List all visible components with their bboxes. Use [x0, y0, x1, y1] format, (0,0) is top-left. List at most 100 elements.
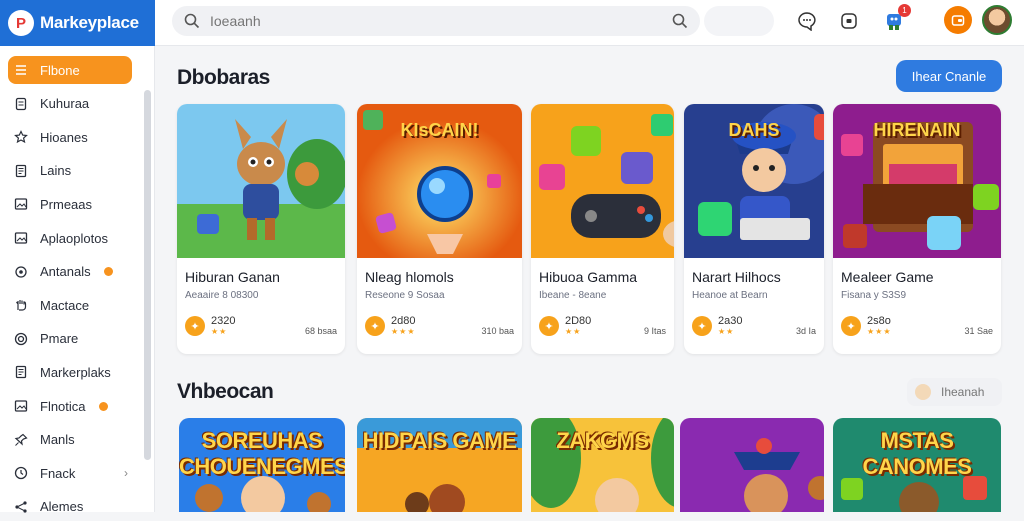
search-bar[interactable] — [172, 6, 700, 36]
game-thumbnail[interactable] — [531, 104, 674, 258]
coin-icon: ✦ — [365, 316, 385, 336]
sidebar-item-label: Alemes — [40, 499, 84, 515]
game-thumbnail-title: DAHS — [728, 120, 780, 140]
sidebar-item-label: Kuhuraa — [40, 96, 90, 112]
game-thumbnail[interactable]: KIsCAIN! — [357, 104, 522, 258]
document-icon — [14, 365, 28, 379]
view-all-button[interactable]: Ihear Cnanle — [896, 60, 1002, 92]
sidebar-item-3[interactable]: Hioanes — [8, 123, 132, 151]
game-card[interactable]: KIsCAIN! Nleag hlomols Reseone 9 Sosaa ✦ 2d8… — [357, 104, 522, 354]
banner-title: ZAKGMS — [556, 428, 649, 453]
sidebar-item-label: Pmare — [40, 331, 79, 347]
game-card-banner[interactable] — [680, 418, 824, 512]
game-card[interactable]: DAHS Narart Hilhocs Heanoe at Bearn ✦ 2a30 ★★… — [684, 104, 824, 354]
notifications-icon[interactable]: 1 — [883, 4, 911, 32]
sidebar-badge — [103, 267, 113, 277]
game-title: Mealeer Game — [841, 269, 934, 285]
target-icon — [14, 332, 28, 346]
game-rating: ✦ 2320 ★★ — [185, 316, 235, 336]
rating-value: 2d80 — [391, 315, 416, 327]
app-title: Markeyplace — [40, 13, 139, 32]
game-card-banner[interactable]: HIDPAIS GAME — [357, 418, 522, 512]
sidebar-item-5[interactable]: Prmeaas — [8, 190, 132, 218]
sidebar-item-14[interactable]: Alemes — [8, 493, 132, 521]
sidebar-item-label: Flbone — [40, 62, 80, 78]
sidebar-item-7[interactable]: Antanals — [8, 258, 132, 286]
coin-icon: ✦ — [539, 316, 559, 336]
game-card-banner[interactable]: SOREUHAS CHOUENEGMES — [179, 418, 345, 512]
coin-icon: ✦ — [841, 316, 861, 336]
game-title: Hibuoa Gamma — [539, 269, 638, 285]
sidebar-item-label: Fnack — [40, 465, 76, 481]
sidebar-item-10[interactable]: Markerplaks — [8, 358, 132, 386]
game-card[interactable]: HIRENAIN Mealeer Game Fisana y S3S9 ✦ 2s8o ★★… — [833, 104, 1001, 354]
sidebar-item-label: Flnotica — [40, 398, 86, 414]
star-icon — [14, 130, 28, 144]
game-thumbnail[interactable] — [177, 104, 345, 258]
sidebar-item-12[interactable]: Manls — [8, 426, 132, 454]
wallet-icon — [951, 15, 965, 26]
notification-badge: 1 — [898, 4, 911, 17]
sidebar-item-13[interactable]: Fnack › — [8, 459, 132, 487]
search-submit-icon[interactable] — [672, 13, 688, 29]
game-thumbnail[interactable]: DAHS — [684, 104, 824, 258]
top-bar: P Markeyplace 1 — [0, 0, 1024, 46]
wallet-button[interactable] — [944, 6, 972, 34]
game-price: 9 Itas — [643, 326, 666, 336]
game-rating: ✦ 2a30 ★★ — [692, 316, 742, 336]
avatar[interactable] — [982, 5, 1012, 35]
filter-icon — [915, 384, 931, 400]
search-filter-pill[interactable] — [704, 6, 774, 36]
sidebar-badge — [98, 401, 108, 411]
section-filter-label: Iheanah — [941, 385, 985, 399]
main-content: Dbobaras Ihear Cnanle Hiburan Ganan Aeaai… — [155, 46, 1024, 512]
sidebar-scrollbar[interactable] — [144, 90, 151, 460]
brand[interactable]: P Markeyplace — [0, 0, 155, 46]
banner-title: SOREUHAS CHOUENEGMES — [179, 428, 345, 479]
sidebar-item-6[interactable]: Aplaoplotos — [8, 224, 132, 252]
game-card[interactable]: Hibuoa Gamma Ibeane - 8eane ✦ 2D80 ★★ 9 Itas — [531, 104, 674, 354]
game-title: Hiburan Ganan — [185, 269, 280, 285]
section-filter-button[interactable]: Iheanah — [907, 378, 1002, 406]
sidebar-item-11[interactable]: Flnotica — [8, 392, 132, 420]
file-icon — [14, 97, 28, 111]
game-subtitle: Ibeane - 8eane — [539, 290, 607, 301]
game-card-banner[interactable]: ZAKGMS — [531, 418, 674, 512]
gamepad-icon[interactable] — [838, 10, 860, 32]
search-input[interactable] — [210, 13, 662, 29]
chevron-right-icon[interactable]: › — [124, 466, 128, 480]
settings-icon — [14, 265, 28, 279]
game-card[interactable]: Hiburan Ganan Aeaaire 8 08300 ✦ 2320 ★★ 68 bs… — [177, 104, 345, 354]
section-title-2: Vhbeocan — [177, 380, 274, 403]
rating-value: 2D80 — [565, 315, 592, 327]
game-subtitle: Fisana y S3S9 — [841, 290, 907, 301]
coin-icon: ✦ — [185, 316, 205, 336]
sidebar-item-8[interactable]: Mactace — [8, 291, 132, 319]
sidebar-item-1[interactable]: Flbone — [8, 56, 132, 84]
game-thumbnail[interactable]: HIRENAIN — [833, 104, 1001, 258]
sidebar-item-9[interactable]: Pmare — [8, 325, 132, 353]
game-thumbnail-title: KIsCAIN! — [400, 120, 479, 140]
rating-stars: ★★ — [211, 327, 228, 336]
rating-stars: ★★★ — [391, 327, 416, 336]
coin-icon: ✦ — [692, 316, 712, 336]
document-icon — [14, 164, 28, 178]
game-title: Nleag hlomols — [365, 269, 454, 285]
sidebar-item-label: Lains — [40, 163, 72, 179]
game-card-banner[interactable]: MSTAS CANOMES — [833, 418, 1001, 512]
sidebar-item-label: Manls — [40, 432, 75, 448]
sidebar-item-4[interactable]: Lains — [8, 157, 132, 185]
game-title: Narart Hilhocs — [692, 269, 781, 285]
image-icon — [14, 197, 28, 211]
sidebar-item-label: Antanals — [40, 264, 91, 280]
image-icon — [14, 231, 28, 245]
rating-stars: ★★ — [565, 327, 582, 336]
rating-value: 2a30 — [718, 315, 743, 327]
sidebar-item-label: Markerplaks — [40, 364, 111, 380]
sidebar-item-2[interactable]: Kuhuraa — [8, 90, 132, 118]
hand-icon — [14, 298, 28, 312]
game-price: 68 bsaa — [304, 326, 337, 336]
chat-icon[interactable] — [796, 10, 818, 32]
search-icon — [184, 13, 200, 29]
banner-title: HIDPAIS GAME — [362, 428, 517, 453]
